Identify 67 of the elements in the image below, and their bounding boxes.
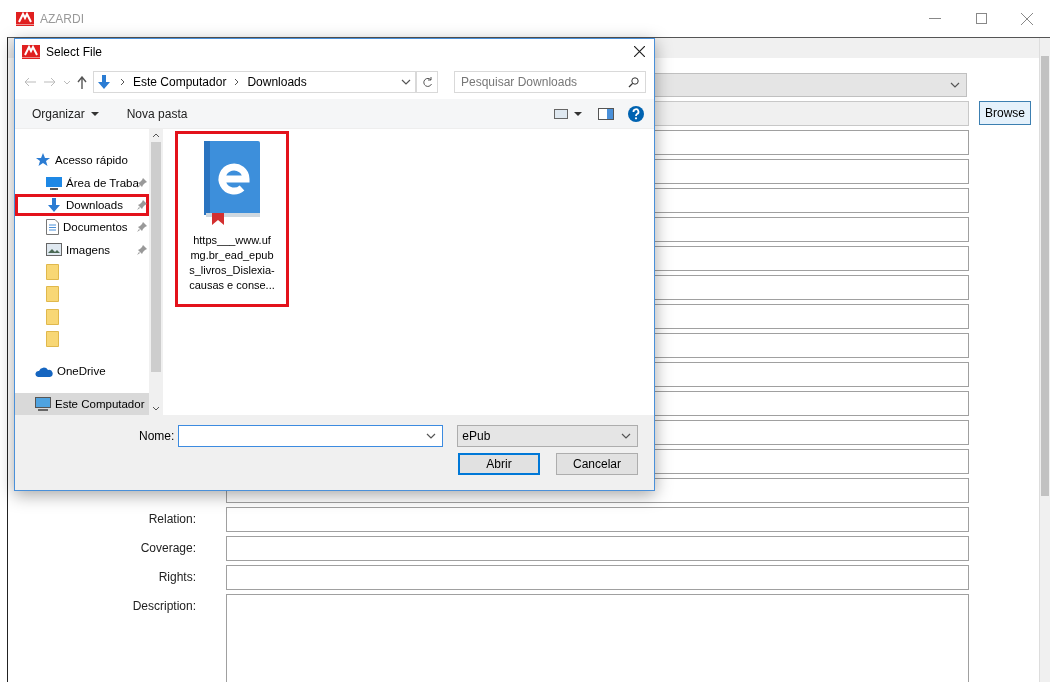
scroll-up-icon[interactable] bbox=[152, 133, 160, 138]
folder-icon bbox=[46, 331, 59, 348]
breadcrumb-item[interactable]: Downloads bbox=[247, 75, 307, 89]
nav-item[interactable]: Este Computador bbox=[15, 392, 149, 415]
text-field[interactable] bbox=[226, 565, 969, 590]
nav-item[interactable]: OneDrive bbox=[15, 360, 149, 383]
view-options-icon[interactable] bbox=[554, 108, 584, 119]
scrollbar[interactable] bbox=[149, 129, 163, 415]
document-icon bbox=[46, 219, 59, 236]
up-button[interactable] bbox=[77, 75, 87, 89]
toolbar-button[interactable]: Nova pasta bbox=[126, 106, 188, 121]
field-label: Coverage: bbox=[139, 540, 197, 557]
scroll-down-icon[interactable] bbox=[152, 406, 160, 411]
chevron-right-icon bbox=[120, 78, 125, 86]
app-logo bbox=[16, 11, 34, 26]
cloud-icon bbox=[35, 365, 53, 377]
window-title: AZARDI bbox=[40, 11, 84, 26]
folder-icon bbox=[46, 308, 59, 325]
chevron-down-icon bbox=[950, 82, 960, 88]
refresh-icon[interactable] bbox=[416, 71, 438, 93]
name-label: Nome: bbox=[139, 429, 175, 443]
breadcrumb-item[interactable]: Este Computador bbox=[133, 75, 227, 89]
chevron-down-icon bbox=[426, 433, 437, 439]
open-button[interactable]: Abrir bbox=[458, 453, 540, 475]
folder-icon bbox=[46, 286, 59, 303]
browse-button[interactable]: Browse bbox=[979, 101, 1031, 125]
maximize-icon bbox=[975, 13, 987, 24]
nav-item[interactable]: Área de Traba bbox=[15, 171, 149, 194]
toolbar-button[interactable]: Organizar bbox=[32, 106, 99, 121]
cancel-button[interactable]: Cancelar bbox=[556, 453, 638, 475]
nav-item[interactable]: Documentos bbox=[15, 216, 149, 239]
down-arrow-icon bbox=[46, 196, 62, 213]
search-field[interactable]: Pesquisar Downloads bbox=[454, 71, 646, 93]
preview-pane-icon[interactable] bbox=[598, 107, 614, 120]
file-type-dropdown[interactable]: ePub bbox=[457, 425, 639, 447]
recent-button[interactable] bbox=[63, 79, 71, 85]
name-field[interactable] bbox=[178, 425, 444, 447]
nav-item[interactable]: Downloads bbox=[15, 193, 149, 217]
minimize-icon bbox=[929, 17, 941, 20]
folder-icon bbox=[46, 263, 59, 280]
nav-item[interactable]: Imagens bbox=[15, 238, 149, 261]
picture-icon bbox=[46, 243, 62, 257]
forward-button[interactable] bbox=[43, 77, 57, 87]
back-button[interactable] bbox=[23, 77, 37, 87]
help-icon[interactable] bbox=[628, 105, 644, 122]
file-item[interactable]: https___www.ufmg.br_ead_epubs_livros_Dislexia-causas e conse... bbox=[175, 131, 289, 307]
caret-icon bbox=[90, 111, 99, 116]
text-field[interactable] bbox=[226, 507, 969, 532]
computer-icon bbox=[35, 396, 51, 411]
field-label: Description: bbox=[131, 598, 197, 615]
nav-item[interactable]: Acesso rápido bbox=[15, 149, 149, 172]
monitor-icon bbox=[46, 175, 62, 190]
text-field[interactable] bbox=[226, 536, 969, 561]
chevron-down-icon bbox=[401, 79, 412, 85]
ebook-icon bbox=[202, 141, 262, 225]
chevron-right-icon bbox=[234, 78, 240, 86]
field-label: Rights: bbox=[157, 569, 197, 586]
close-icon bbox=[1021, 12, 1033, 25]
dialog-logo bbox=[22, 45, 40, 59]
address-bar[interactable]: Este Computador Downloads bbox=[93, 71, 417, 93]
down-arrow-icon bbox=[96, 74, 112, 90]
chevron-down-icon bbox=[621, 433, 632, 439]
dialog-title: Select File bbox=[46, 45, 103, 59]
field-label: Relation: bbox=[147, 511, 197, 528]
search-icon bbox=[628, 77, 639, 88]
scrollbar[interactable] bbox=[1039, 38, 1050, 682]
close-icon bbox=[633, 46, 645, 57]
